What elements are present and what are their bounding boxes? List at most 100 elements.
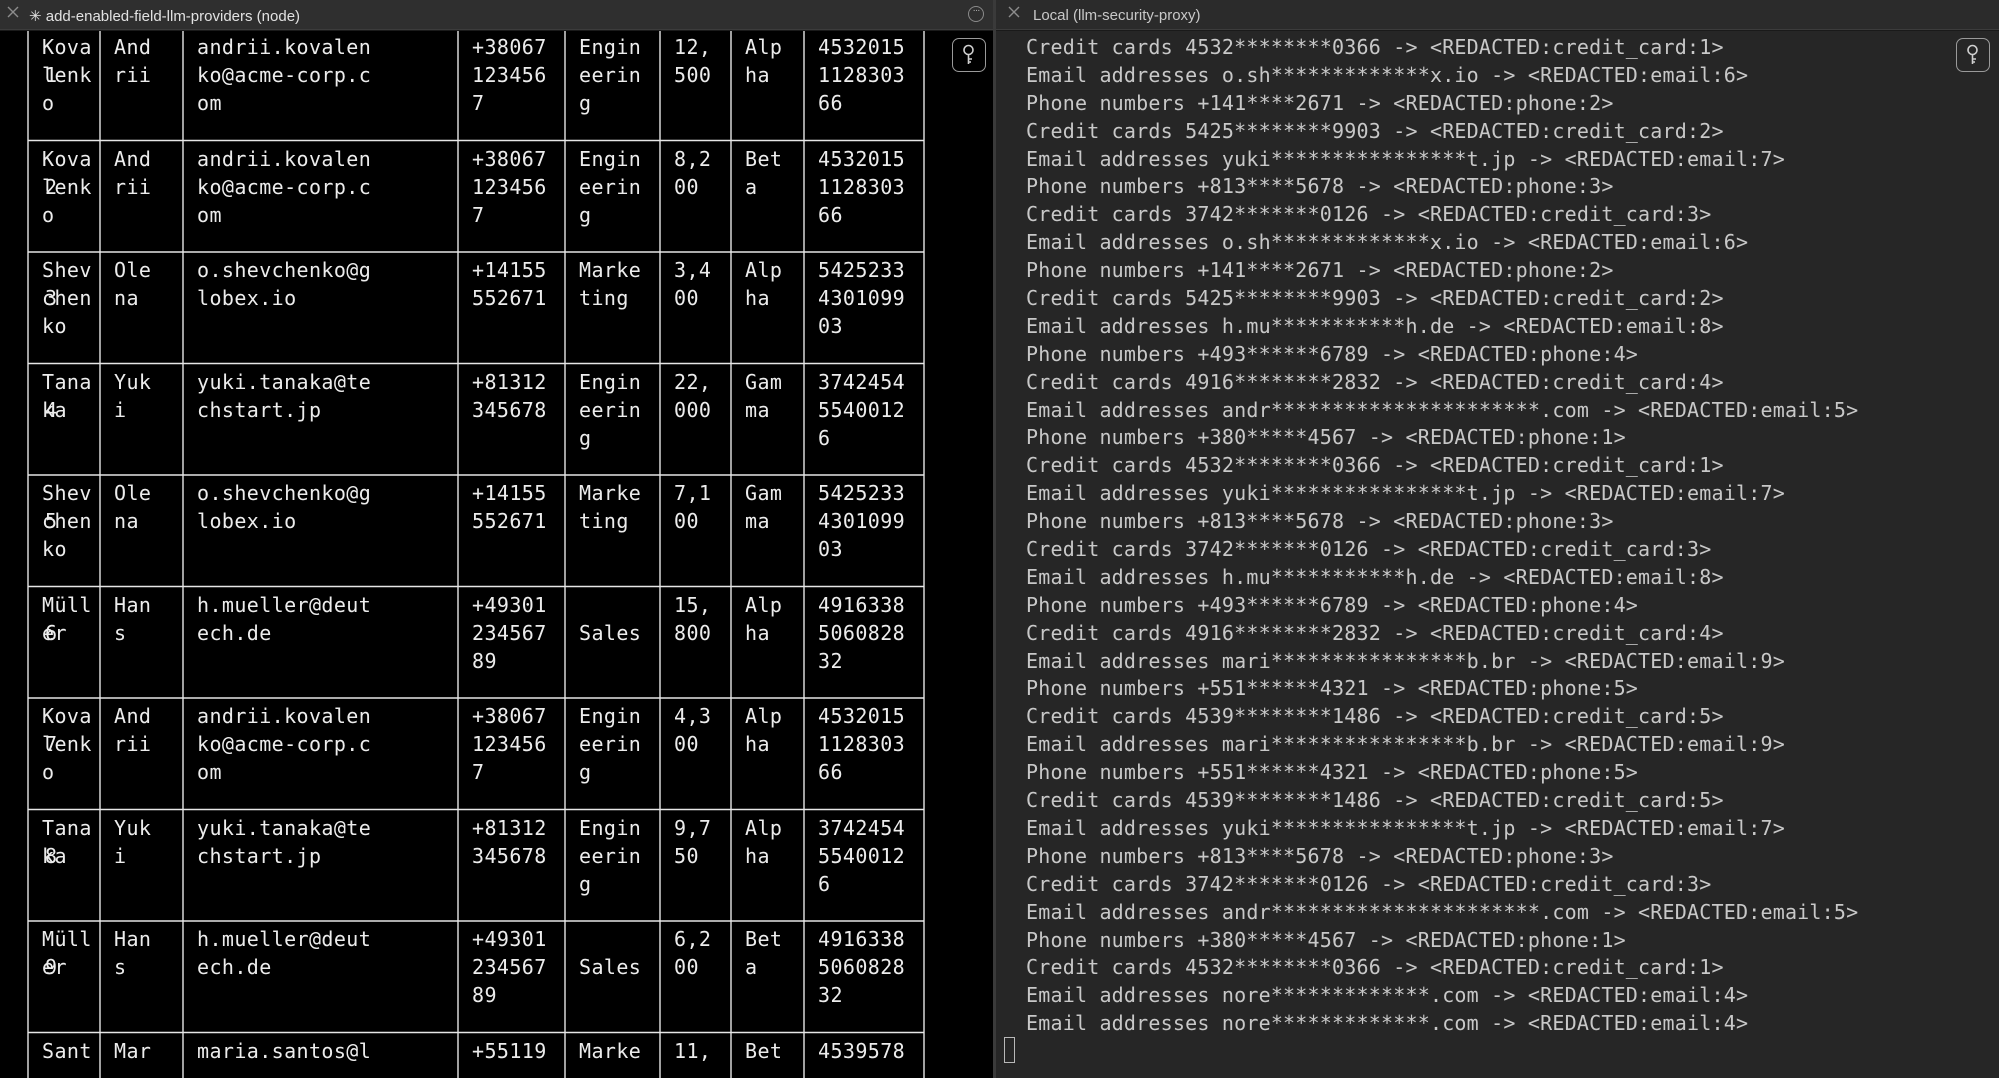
table-cell: 7,1 00	[674, 481, 712, 533]
table-cell: andrii.kovalen ko@acme-corp.c om	[197, 146, 372, 227]
table-cell: Müll er	[42, 927, 92, 979]
table-cell: Alp ha	[745, 592, 783, 645]
log-line: Email addresses andr********************…	[1026, 899, 1859, 924]
table-cell: yuki.tanaka@te chstart.jp	[197, 369, 372, 422]
table-cell: Bet	[745, 1038, 783, 1063]
table-cell: 5425233 4301099 03	[818, 258, 906, 338]
table-cell: Han s	[114, 927, 152, 979]
table-cell: Han s	[114, 592, 152, 645]
log-line: Email addresses yuki****************t.jp…	[1026, 146, 1785, 171]
log-line: Credit cards 3742*******0126 -> <REDACTE…	[1026, 202, 1712, 227]
table-cell: h.mueller@deut ech.de	[197, 927, 372, 979]
log-line: Phone numbers +380*****4567 -> <REDACTED…	[1026, 927, 1626, 952]
table-cell: Sant	[42, 1038, 92, 1063]
table-cell: 5425233 4301099 03	[818, 481, 906, 561]
log-line: Phone numbers +813****5678 -> <REDACTED:…	[1026, 509, 1614, 534]
table-cell: Kova lenk o	[42, 35, 92, 115]
left-pane-header[interactable]: ✳ add-enabled-field-llm-providers (node)…	[0, 0, 993, 30]
table-cell: o.shevchenko@g lobex.io	[197, 258, 372, 310]
table-cell: h.mueller@deut ech.de	[197, 592, 372, 645]
log-line: Email addresses mari****************b.br…	[1026, 648, 1785, 673]
table-cell: And rii	[114, 146, 152, 199]
terminal-app-window: ✳ add-enabled-field-llm-providers (node)…	[0, 0, 1999, 1078]
table-cell: Ole na	[114, 481, 152, 533]
table-cell: Kova lenk o	[42, 146, 92, 227]
log-line: Email addresses yuki****************t.jp…	[1026, 481, 1785, 506]
table-cell: +49301 234567 89	[472, 592, 547, 673]
table-cell: Bet a	[745, 146, 783, 199]
log-line: Phone numbers +380*****4567 -> <REDACTED…	[1026, 425, 1626, 450]
table-cell: Engin eerin g	[579, 369, 642, 450]
table-cell: Tana ka	[42, 369, 92, 422]
redaction-log: Credit cards 4532********0366 -> <REDACT…	[1026, 34, 1858, 1038]
log-line: Credit cards 3742*******0126 -> <REDACTE…	[1026, 537, 1712, 562]
table-cell: And rii	[114, 35, 152, 87]
log-line: Email addresses h.mu***********h.de -> <…	[1026, 564, 1724, 589]
key-icon[interactable]	[1956, 38, 1990, 72]
log-line: Credit cards 3742*******0126 -> <REDACTE…	[1026, 871, 1712, 896]
close-icon[interactable]	[1005, 5, 1023, 23]
right-terminal[interactable]: Credit cards 4532********0366 -> <REDACT…	[996, 31, 1999, 1078]
left-pane-title: ✳ add-enabled-field-llm-providers (node)	[29, 8, 301, 25]
table-cell: 3742454 5540012 6	[818, 369, 906, 450]
table-cell: Alp ha	[745, 35, 783, 87]
table-cell: Alp ha	[745, 258, 783, 310]
table-cell: andrii.kovalen ko@acme-corp.c om	[197, 704, 372, 784]
table-cell: Kova lenk o	[42, 704, 92, 784]
table-cell: Tana ka	[42, 815, 92, 868]
table-cell: +81312 345678	[472, 815, 547, 868]
log-line: Email addresses yuki****************t.jp…	[1026, 815, 1785, 840]
log-line: Credit cards 5425********9903 -> <REDACT…	[1026, 286, 1724, 311]
log-line: Phone numbers +141****2671 -> <REDACTED:…	[1026, 90, 1614, 115]
log-line: Phone numbers +551******4321 -> <REDACTE…	[1026, 676, 1639, 701]
table-cell: Engin eerin g	[579, 815, 642, 896]
table-cell: +38067 123456 7	[472, 146, 547, 227]
table-cell: +38067 123456 7	[472, 35, 547, 115]
log-line: Phone numbers +493******6789 -> <REDACTE…	[1026, 592, 1639, 617]
left-terminal[interactable]: 1 Kova lenk o And rii andrii.kovalen ko@acm…	[0, 31, 993, 1078]
table-cell: 3,4 00	[674, 258, 712, 310]
table-cell: andrii.kovalen ko@acme-corp.c om	[197, 35, 372, 115]
log-line: Email addresses nore*************.com ->…	[1026, 983, 1749, 1008]
table-cell: 4916338 5060828 32	[818, 927, 906, 1007]
table-cell: Marke	[579, 1038, 642, 1063]
table-cell: +49301 234567 89	[472, 927, 547, 1007]
log-line: Email addresses mari****************b.br…	[1026, 732, 1785, 757]
table-cell: Alp ha	[745, 704, 783, 756]
log-line: Email addresses o.sh*************x.io ->…	[1026, 62, 1749, 87]
table-cell: Marke ting	[579, 258, 642, 310]
log-line: Phone numbers +551******4321 -> <REDACTE…	[1026, 760, 1639, 785]
table-cell: o.shevchenko@g lobex.io	[197, 481, 372, 533]
log-line: Phone numbers +813****5678 -> <REDACTED:…	[1026, 174, 1614, 199]
table-cell: 3742454 5540012 6	[818, 815, 906, 896]
table-cell: Yuk i	[114, 815, 152, 868]
table-cell: 9,7 50	[674, 815, 712, 868]
log-line: Credit cards 4539********1486 -> <REDACT…	[1026, 704, 1724, 729]
log-line: Email addresses h.mu***********h.de -> <…	[1026, 313, 1724, 338]
table-cell: Gam ma	[745, 369, 783, 422]
table-cell: 15, 800	[674, 592, 712, 645]
log-line: Phone numbers +141****2671 -> <REDACTED:…	[1026, 258, 1614, 283]
table-cell: 4539578	[818, 1038, 906, 1063]
table-cell: Müll er	[42, 592, 92, 645]
ellipsis-icon[interactable]: ···	[968, 6, 984, 22]
log-line: Credit cards 4532********0366 -> <REDACT…	[1026, 453, 1724, 478]
table-cell: 4532015 1128303 66	[818, 146, 906, 227]
table-cell: Marke ting	[579, 481, 642, 533]
log-line: Credit cards 5425********9903 -> <REDACT…	[1026, 118, 1724, 143]
table-cell: 6,2 00	[674, 927, 712, 979]
log-line: Email addresses andr********************…	[1026, 397, 1859, 422]
table-cell: Engin eerin g	[579, 146, 642, 227]
key-icon[interactable]	[952, 38, 986, 72]
right-pane-title: Local (llm-security-proxy)	[1033, 7, 1201, 24]
table-cell: Gam ma	[745, 481, 783, 533]
table-cell: Engin eerin g	[579, 704, 642, 784]
table-cell: Shev chen ko	[42, 481, 92, 561]
table-cell: 4532015 1128303 66	[818, 704, 906, 784]
log-line: Credit cards 4916********2832 -> <REDACT…	[1026, 369, 1724, 394]
table-cell: Yuk i	[114, 369, 152, 422]
table-cell: 12, 500	[674, 35, 712, 87]
right-pane-header[interactable]: Local (llm-security-proxy)	[996, 0, 1999, 30]
close-icon[interactable]	[4, 5, 22, 23]
log-line: Phone numbers +813****5678 -> <REDACTED:…	[1026, 843, 1614, 868]
